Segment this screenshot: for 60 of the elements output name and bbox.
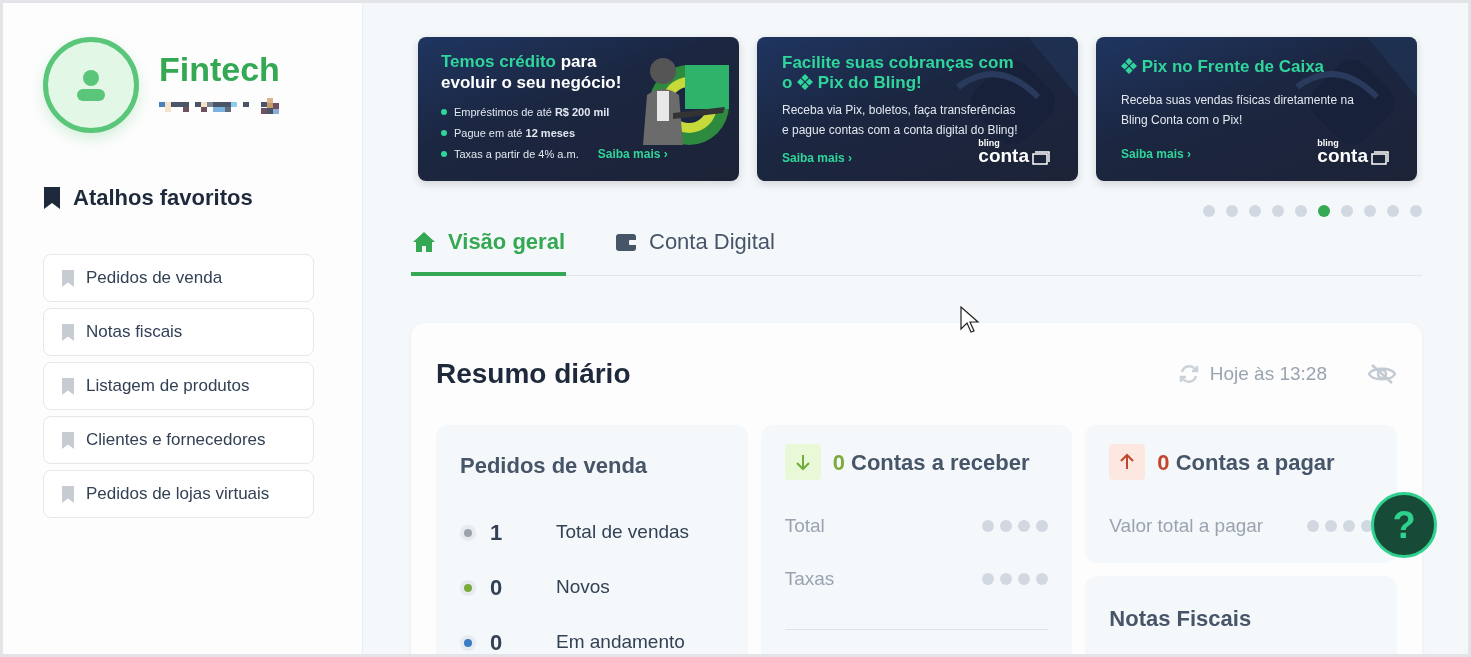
card-heading: Contas a receber [851, 449, 1030, 475]
banner-title: Pix no Frente de Caixa [1121, 57, 1361, 77]
pix-icon [797, 74, 814, 90]
promo-banner[interactable]: Pix no Frente de Caixa Receba suas vendas físicas diretamente na Bling Conta com o Pix! Saiba mais › bling conta [1096, 37, 1417, 181]
saiba-mais-link[interactable]: Saiba mais › [1121, 145, 1192, 163]
shortcut-item[interactable]: Notas fiscais [43, 308, 314, 356]
bullet-icon [441, 151, 447, 157]
tab[interactable]: Conta Digital [614, 225, 776, 276]
bookmark-icon [43, 185, 61, 210]
pix-icon [1121, 58, 1137, 74]
shortcut-item[interactable]: Pedidos de lojas virtuais [43, 470, 314, 518]
bullet-text: Taxas a partir de 4% a.m. [454, 146, 579, 162]
masked-value [982, 572, 1049, 585]
bookmark-icon [62, 269, 74, 287]
wallet-icon [615, 231, 637, 252]
shortcut-item[interactable]: Listagem de produtos [43, 362, 314, 410]
user-icon [74, 68, 108, 102]
bullet-icon [441, 129, 447, 136]
shortcut-item[interactable]: Clientes e fornecedores [43, 416, 314, 464]
row-label: Taxas [784, 566, 835, 591]
saiba-mais-link[interactable]: Saiba mais › [597, 145, 668, 163]
bling-conta-logo: bling conta [978, 139, 1050, 165]
bookmark-icon [62, 323, 74, 341]
bullet-text: Empréstimos de até R$ 200 mil [454, 105, 610, 120]
row-label: Valor total a pagar [1109, 514, 1264, 538]
banner-title: Temos crédito para evoluir o seu negócio! [441, 51, 623, 93]
last-updated: Hoje às 13:28 [1209, 361, 1327, 386]
order-label: Total de vendas [556, 520, 690, 545]
card-title: Resumo diário [436, 357, 631, 391]
order-count: 0 [490, 574, 504, 602]
bookmark-icon [62, 485, 74, 503]
receivables-count: 0 [832, 449, 845, 475]
order-count: 0 [490, 629, 504, 654]
bullet-icon [441, 109, 447, 116]
banner-text: Receba suas vendas físicas diretamente na Bling Conta com o Pix! [1121, 92, 1355, 129]
order-count: 1 [490, 519, 504, 547]
banner-title: Facilite suas cobranças com o Pix do Bling! [782, 53, 1015, 93]
bookmark-icon [62, 377, 74, 395]
masked-value [1307, 520, 1373, 533]
payables-count: 0 [1157, 449, 1170, 475]
promo-banner[interactable]: Temos crédito para evoluir o seu negócio! Empréstimos de até R$ 200 mil Pague em até 12 meses Taxas a partir de 4% a.m. Saiba mais › [418, 37, 739, 181]
hide-eye-icon[interactable] [1367, 363, 1397, 385]
company-name: Fintech [159, 52, 281, 86]
bullet-text: Pague em até 12 meses [454, 125, 576, 141]
card-heading: Notas Fiscais [1109, 605, 1253, 633]
promo-banner[interactable]: Facilite suas cobranças com o Pix do Bling! Receba via Pix, boletos, faça transferências e pague contas com a conta digital do Bling! Saiba mais › bling conta [757, 37, 1078, 181]
masked-value [982, 520, 1049, 533]
section-title: Atalhos favoritos [73, 184, 253, 212]
row-label: Total [784, 514, 825, 538]
order-label: Em andamento [556, 630, 685, 654]
order-label: Novos [556, 575, 610, 600]
bookmark-icon [62, 431, 74, 449]
bling-conta-logo: bling conta [1317, 139, 1389, 165]
saiba-mais-link[interactable]: Saiba mais › [782, 149, 853, 167]
card-heading: Pedidos de venda [460, 452, 649, 480]
home-icon [412, 230, 436, 253]
shortcut-item[interactable]: Pedidos de venda [43, 254, 314, 302]
refresh-icon [1177, 363, 1200, 385]
banner-text: Receba via Pix, boletos, faça transferências e pague contas com a conta digital do Bling! [782, 102, 1019, 139]
card-heading: Contas a pagar [1175, 449, 1335, 475]
